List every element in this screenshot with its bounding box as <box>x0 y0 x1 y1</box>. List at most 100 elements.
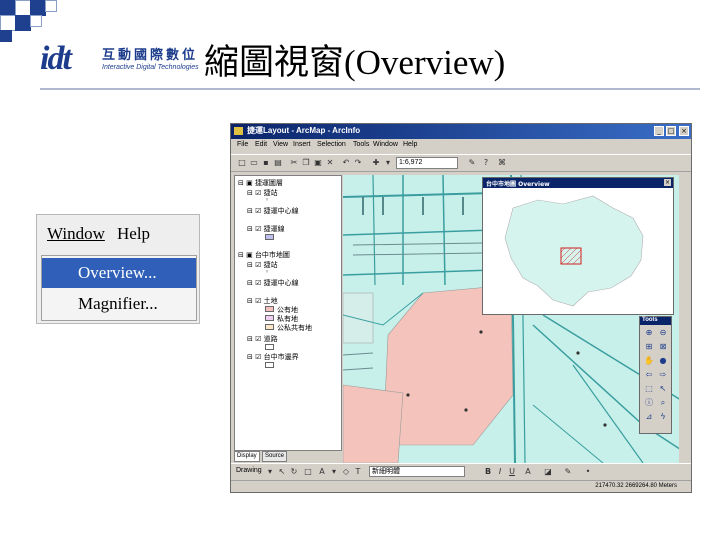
title-divider <box>40 88 700 90</box>
arcmap-window: 捷運Layout - ArcMap - ArcInfo _ □ × File E… <box>230 123 692 493</box>
menu-tools[interactable]: Tools <box>353 141 369 148</box>
hyperlink-icon[interactable]: ϟ <box>657 411 669 422</box>
company-logo: idt 互動國際數位 Interactive Digital Technolog… <box>40 40 200 80</box>
toc-layer[interactable]: ⊟ ☑ 捷運線 <box>247 224 285 234</box>
redo-icon[interactable]: ↷ <box>353 158 363 168</box>
font-name-select[interactable]: 新細明體 <box>369 466 465 477</box>
station-point <box>603 423 607 427</box>
toc-layer[interactable]: ⊟ ☑ 捷站 <box>247 188 278 198</box>
identify-icon[interactable]: ? <box>481 158 491 168</box>
minimize-button[interactable]: _ <box>654 126 664 136</box>
new-icon[interactable]: □ <box>237 158 247 168</box>
editor-icon[interactable]: ✎ <box>467 158 477 168</box>
rotate-icon[interactable]: ↻ <box>289 467 299 477</box>
print-icon[interactable]: ▤ <box>273 158 283 168</box>
toc-layer[interactable]: ⊟ ☑ 捷運中心線 <box>247 206 299 216</box>
marker-color-icon[interactable]: • <box>583 467 593 477</box>
cut-icon[interactable]: ✂ <box>289 158 299 168</box>
tab-source[interactable]: Source <box>262 451 288 462</box>
scale-dropdown-icon[interactable]: ▾ <box>383 158 393 168</box>
slide-title: 縮圖視窗(Overview) <box>204 43 506 82</box>
menu-selection[interactable]: Selection <box>317 141 346 148</box>
font-color-icon[interactable]: A <box>523 467 533 477</box>
overview-map <box>504 195 644 307</box>
drawing-dropdown-icon[interactable]: ▾ <box>265 467 275 477</box>
select-elements-icon[interactable]: ↖ <box>277 467 287 477</box>
tools-palette: Tools ⊕ ⊖ ⊞ ⊠ ✋ ● ⇦ ⇨ ⬚ ↖ ⓘ ⌕ ⊿ ϟ <box>639 316 672 434</box>
back-arrow-icon[interactable]: ⇦ <box>643 369 655 380</box>
close-button[interactable]: × <box>679 126 689 136</box>
paste-icon[interactable]: ▣ <box>313 158 323 168</box>
add-data-icon[interactable]: ✚ <box>371 158 381 168</box>
legend-swatch <box>265 324 274 330</box>
layer-name: 捷運中心線 <box>263 207 299 215</box>
tab-display[interactable]: Display <box>234 451 260 462</box>
menu-edit[interactable]: Edit <box>255 141 267 148</box>
measure-icon[interactable]: ⊿ <box>643 411 655 422</box>
text-dropdown-icon[interactable]: ▾ <box>329 467 339 477</box>
whats-this-icon[interactable]: ⌘ <box>497 158 507 168</box>
underline-icon[interactable]: U <box>507 467 517 477</box>
station-point <box>464 408 468 412</box>
layer-name: 道路 <box>263 335 278 343</box>
undo-icon[interactable]: ↶ <box>341 158 351 168</box>
toc-layer[interactable]: ⊟ ☑ 土地 <box>247 296 278 306</box>
toc-layer[interactable]: ⊟ ☑ 道路 <box>247 334 278 344</box>
pan-icon[interactable]: ✋ <box>643 355 655 366</box>
map-scale-input[interactable]: 1:6,972 <box>396 157 458 169</box>
frame-name: 台中市地圖 <box>254 251 290 259</box>
menu-window[interactable]: Window <box>47 224 105 244</box>
window-menu-snippet: Window Help Overview... Magnifier... <box>36 214 200 324</box>
edit-vertices-icon[interactable]: ◇ <box>341 467 351 477</box>
menu-help[interactable]: Help <box>403 141 417 148</box>
full-extent-icon[interactable]: ● <box>657 355 669 366</box>
delete-icon[interactable]: ✕ <box>325 158 335 168</box>
text-icon[interactable]: A <box>317 467 327 477</box>
logo-mark: idt <box>40 40 72 77</box>
menu-window[interactable]: Window <box>373 141 398 148</box>
decor-square <box>45 0 57 12</box>
toc-layer[interactable]: ⊟ ☑ 台中市邊界 <box>247 352 299 362</box>
overview-titlebar[interactable]: 台中市地圖 Overview × <box>483 178 673 188</box>
save-icon[interactable]: ▪ <box>261 158 271 168</box>
forward-arrow-icon[interactable]: ⇨ <box>657 369 669 380</box>
toc-frame[interactable]: ⊟ ▣ 台中市地圖 <box>238 250 290 260</box>
toc-frame[interactable]: ⊟ ▣ 捷運圖層 <box>238 178 283 188</box>
overview-close-icon[interactable]: × <box>664 179 671 186</box>
copy-icon[interactable]: ❐ <box>301 158 311 168</box>
layer-name: 捷運中心線 <box>263 279 299 287</box>
drawing-menu[interactable]: Drawing <box>236 467 262 474</box>
select-features-icon[interactable]: ⬚ <box>643 383 655 394</box>
find-icon[interactable]: ⌕ <box>657 397 669 408</box>
italic-icon[interactable]: I <box>495 467 505 477</box>
fill-color-icon[interactable]: ◪ <box>543 467 553 477</box>
land-parcel <box>343 384 404 463</box>
layer-swatch <box>265 234 274 240</box>
bold-icon[interactable]: B <box>483 467 493 477</box>
menu-insert[interactable]: Insert <box>293 141 311 148</box>
line-color-icon[interactable]: ✎ <box>563 467 573 477</box>
font-icon[interactable]: T <box>353 467 363 477</box>
identify-icon[interactable]: ⓘ <box>643 397 655 408</box>
open-icon[interactable]: ▭ <box>249 158 259 168</box>
zoom-out-icon[interactable]: ⊖ <box>657 327 669 338</box>
menu-item-overview[interactable]: Overview... <box>42 258 196 288</box>
fixed-zoom-out-icon[interactable]: ⊠ <box>657 341 669 352</box>
rectangle-icon[interactable]: □ <box>303 467 313 477</box>
toc-layer[interactable]: ⊟ ☑ 捷站 <box>247 260 278 270</box>
window-dropdown: Overview... Magnifier... <box>41 255 197 321</box>
maximize-button[interactable]: □ <box>666 126 676 136</box>
toc-layer[interactable]: ⊟ ☑ 捷運中心線 <box>247 278 299 288</box>
menu-file[interactable]: File <box>237 141 248 148</box>
fixed-zoom-in-icon[interactable]: ⊞ <box>643 341 655 352</box>
overview-window[interactable]: 台中市地圖 Overview × <box>482 177 674 315</box>
menu-help[interactable]: Help <box>117 224 150 244</box>
station-point <box>479 330 483 334</box>
menu-item-magnifier[interactable]: Magnifier... <box>42 289 196 319</box>
layer-name: 土地 <box>263 297 278 305</box>
tools-titlebar[interactable]: Tools <box>640 317 671 325</box>
select-elements-icon[interactable]: ↖ <box>657 383 669 394</box>
menu-view[interactable]: View <box>273 141 288 148</box>
decor-square <box>30 0 46 16</box>
zoom-in-icon[interactable]: ⊕ <box>643 327 655 338</box>
